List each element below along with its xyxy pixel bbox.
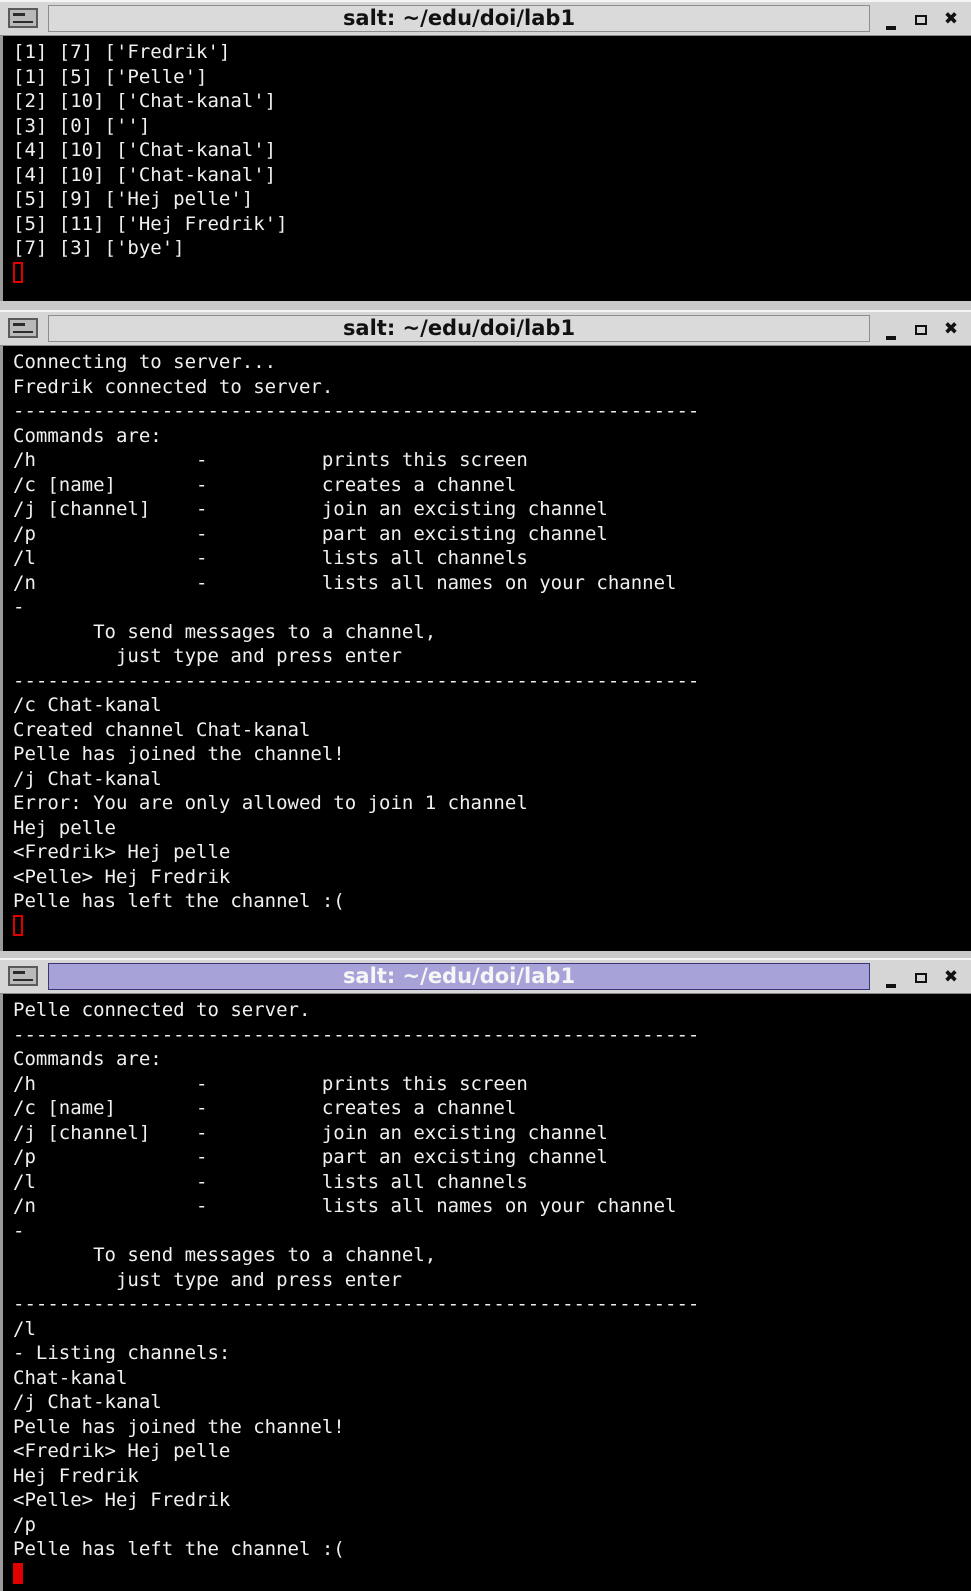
terminal-line: /p - part an excisting channel xyxy=(13,1146,608,1168)
window-titlebar[interactable]: salt: ~/edu/doi/lab1 ✖ xyxy=(0,310,971,346)
terminal-line: /h - prints this screen xyxy=(13,449,528,471)
terminal-line: <Pelle> Hej Fredrik xyxy=(13,1489,231,1511)
terminal-window-2: salt: ~/edu/doi/lab1 ✖ Connecting to ser… xyxy=(0,310,971,951)
terminal-line: To send messages to a channel, xyxy=(13,620,437,643)
maximize-icon[interactable] xyxy=(910,318,932,340)
terminal-line: ----------------------------------------… xyxy=(13,400,700,422)
text-cursor xyxy=(13,261,23,283)
terminal-line: /h - prints this screen xyxy=(13,1072,528,1095)
terminal-line: /p xyxy=(13,1513,36,1536)
terminal-line: - xyxy=(13,596,25,618)
window-title: salt: ~/edu/doi/lab1 xyxy=(342,964,576,988)
close-icon[interactable]: ✖ xyxy=(940,8,962,30)
maximize-icon[interactable] xyxy=(910,8,932,30)
maximize-icon[interactable] xyxy=(910,966,932,988)
window-titlebar[interactable]: salt: ~/edu/doi/lab1 ✖ xyxy=(0,0,971,36)
terminal-line: /j Chat-kanal xyxy=(13,1391,162,1413)
terminal-line: [7] [3] ['bye'] xyxy=(13,237,185,259)
terminal-line: /c [name] - creates a channel xyxy=(13,473,517,496)
terminal-line: /n - lists all names on your channel xyxy=(13,571,677,594)
terminal-line: [2] [10] ['Chat-kanal'] xyxy=(13,90,277,112)
terminal-window-1: salt: ~/edu/doi/lab1 ✖ [1] [7] ['Fredrik… xyxy=(0,0,971,301)
terminal-line: [5] [11] ['Hej Fredrik'] xyxy=(13,212,288,235)
terminal-line: Created channel Chat-kanal xyxy=(13,718,311,741)
terminal-line: Fredrik connected to server. xyxy=(13,375,334,398)
terminal-line: Pelle has joined the channel! xyxy=(13,1415,345,1438)
terminal-line: Commands are: xyxy=(13,1048,162,1070)
window-title: salt: ~/edu/doi/lab1 xyxy=(342,316,576,340)
terminal-line: /j [channel] - join an excisting channel xyxy=(13,1121,608,1144)
terminal-line: /l xyxy=(13,1317,36,1340)
terminal-window-icon[interactable] xyxy=(8,966,38,986)
terminal-line: Pelle has left the channel :( xyxy=(13,1538,345,1560)
terminal-window-icon[interactable] xyxy=(8,318,38,338)
prompt-line[interactable] xyxy=(13,261,971,286)
close-icon[interactable]: ✖ xyxy=(940,318,962,340)
terminal-line: just type and press enter xyxy=(13,645,402,667)
terminal-line: - xyxy=(13,1219,25,1242)
terminal-line: [4] [10] ['Chat-kanal'] xyxy=(13,139,277,161)
minimize-icon[interactable] xyxy=(880,8,902,30)
terminal-line: Pelle has left the channel :( xyxy=(13,890,345,912)
terminal-line: <Fredrik> Hej pelle xyxy=(13,841,231,863)
terminal-line: ----------------------------------------… xyxy=(13,1023,700,1046)
window-title: salt: ~/edu/doi/lab1 xyxy=(342,6,576,30)
terminal-line: [1] [7] ['Fredrik'] xyxy=(13,41,231,63)
terminal-line: <Fredrik> Hej pelle xyxy=(13,1440,231,1462)
terminal-line: /j Chat-kanal xyxy=(13,767,162,790)
window-titlebar[interactable]: salt: ~/edu/doi/lab1 ✖ xyxy=(0,958,971,994)
terminal-line: Chat-kanal xyxy=(13,1366,128,1389)
terminal-line: Hej Fredrik xyxy=(13,1464,139,1487)
terminal-line: /l - lists all channels xyxy=(13,1170,528,1193)
terminal-line: /n - lists all names on your channel xyxy=(13,1195,677,1217)
minimize-icon[interactable] xyxy=(880,966,902,988)
terminal-line: Pelle has joined the channel! xyxy=(13,743,345,765)
terminal-line: just type and press enter xyxy=(13,1268,402,1291)
terminal-line: [1] [5] ['Pelle'] xyxy=(13,65,208,88)
text-cursor xyxy=(13,914,23,936)
terminal-window-icon[interactable] xyxy=(8,8,38,28)
terminal-line: Pelle connected to server. xyxy=(13,999,311,1021)
terminal-line: [4] [10] ['Chat-kanal'] xyxy=(13,163,277,186)
terminal-line: Connecting to server... xyxy=(13,351,277,373)
terminal-line: <Pelle> Hej Fredrik xyxy=(13,865,231,888)
text-cursor xyxy=(13,1562,23,1584)
terminal-line: ----------------------------------------… xyxy=(13,1293,700,1315)
terminal-line: /l - lists all channels xyxy=(13,547,528,569)
terminal-line: Commands are: xyxy=(13,424,162,447)
terminal-line: /c Chat-kanal xyxy=(13,694,162,716)
terminal-line: - Listing channels: xyxy=(13,1342,231,1364)
terminal-line: [3] [0] [''] xyxy=(13,114,151,137)
terminal-line: To send messages to a channel, xyxy=(13,1244,437,1266)
terminal-line: /c [name] - creates a channel xyxy=(13,1097,517,1119)
terminal-line: /p - part an excisting channel xyxy=(13,522,608,545)
terminal-line: ----------------------------------------… xyxy=(13,669,700,692)
prompt-line[interactable] xyxy=(13,1562,971,1587)
terminal-output[interactable]: Connecting to server... Fredrik connected… xyxy=(0,346,971,951)
minimize-icon[interactable] xyxy=(880,318,902,340)
title-field[interactable]: salt: ~/edu/doi/lab1 xyxy=(48,315,870,342)
terminal-output[interactable]: [1] [7] ['Fredrik'] [1] [5] ['Pelle'] [2] … xyxy=(0,36,971,301)
close-icon[interactable]: ✖ xyxy=(940,966,962,988)
title-field[interactable]: salt: ~/edu/doi/lab1 xyxy=(48,963,870,990)
terminal-window-3: salt: ~/edu/doi/lab1 ✖ Pelle connected t… xyxy=(0,958,971,1591)
terminal-output[interactable]: Pelle connected to server. --------------… xyxy=(0,994,971,1591)
terminal-line: /j [channel] - join an excisting channel xyxy=(13,498,608,520)
terminal-line: Error: You are only allowed to join 1 ch… xyxy=(13,792,528,814)
terminal-line: Hej pelle xyxy=(13,816,116,839)
title-field[interactable]: salt: ~/edu/doi/lab1 xyxy=(48,5,870,32)
terminal-line: [5] [9] ['Hej pelle'] xyxy=(13,188,254,210)
prompt-line[interactable] xyxy=(13,914,971,939)
